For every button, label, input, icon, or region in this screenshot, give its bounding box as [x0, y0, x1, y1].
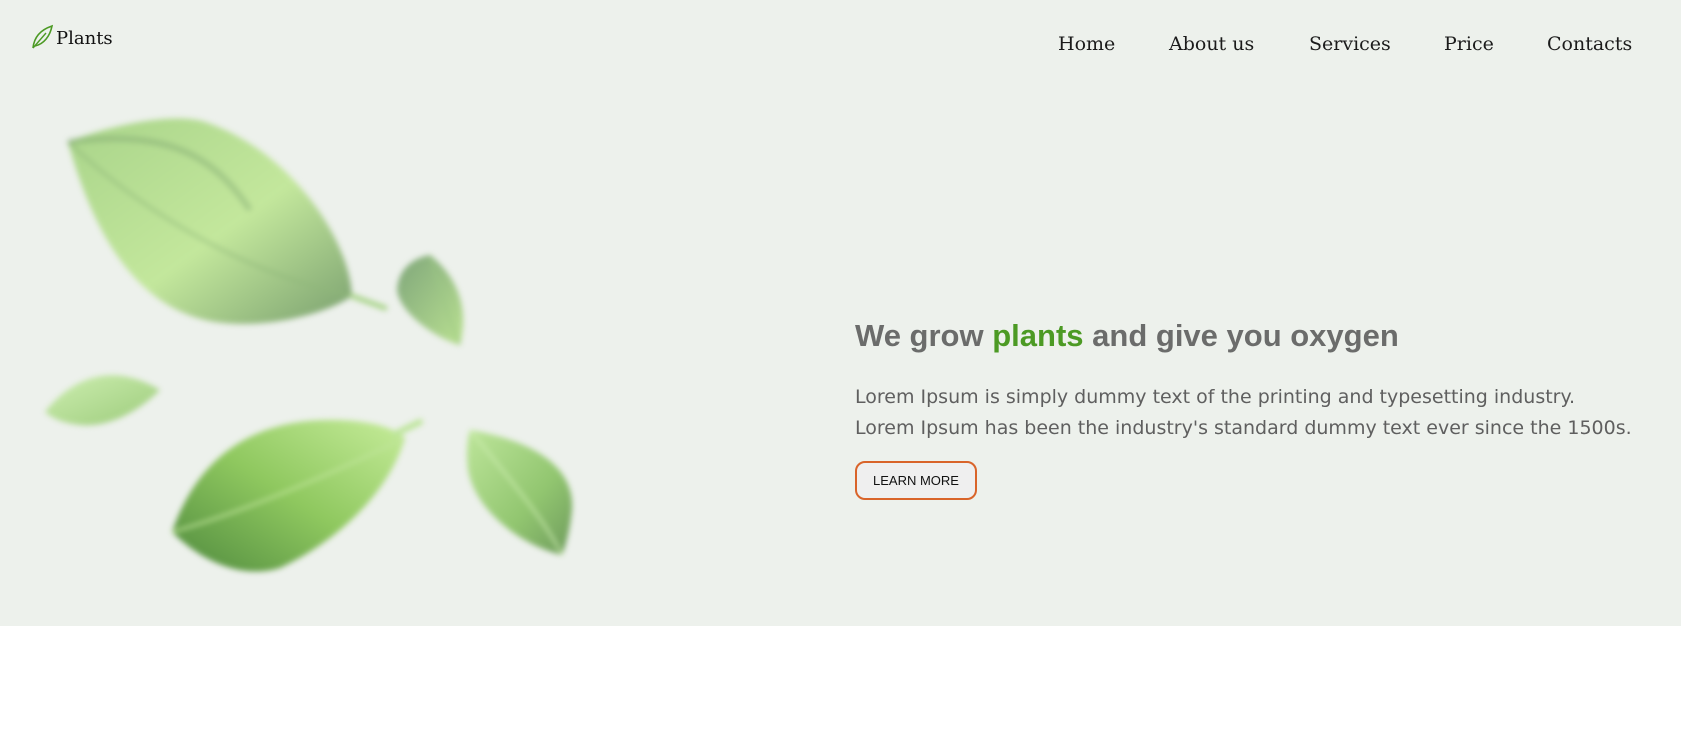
headline-prefix: We grow [855, 318, 984, 353]
nav-item-contacts[interactable]: Contacts [1547, 31, 1632, 57]
hero-section: Plants Home About us Services Price Cont… [0, 0, 1681, 626]
hero-content: We grow plants and give you oxygen Lorem… [855, 310, 1675, 500]
leaves-illustration [45, 118, 573, 572]
nav-item-about-us[interactable]: About us [1169, 31, 1254, 57]
nav-item-services[interactable]: Services [1309, 31, 1391, 57]
hero-description: Lorem Ipsum is simply dummy text of the … [855, 382, 1675, 444]
nav-item-home[interactable]: Home [1058, 31, 1115, 57]
learn-more-button[interactable]: LEARN MORE [855, 461, 977, 500]
headline-accent: plants [992, 318, 1084, 353]
leaf-small-left [45, 375, 160, 426]
site-header: Plants Home About us Services Price Cont… [0, 0, 1681, 90]
hero-headline: We grow plants and give you oxygen [855, 310, 1675, 362]
leaf-bottom-right [466, 429, 573, 556]
description-line-2: Lorem Ipsum has been the industry's stan… [855, 417, 1632, 439]
nav-item-price[interactable]: Price [1444, 31, 1494, 57]
headline-suffix: and give you oxygen [1092, 318, 1399, 353]
main-nav: Home About us Services Price Contacts [0, 31, 1681, 61]
leaf-small-right [397, 254, 464, 346]
leaf-bottom-middle [171, 419, 423, 572]
leaf-large [66, 118, 388, 324]
description-line-1: Lorem Ipsum is simply dummy text of the … [855, 386, 1576, 408]
